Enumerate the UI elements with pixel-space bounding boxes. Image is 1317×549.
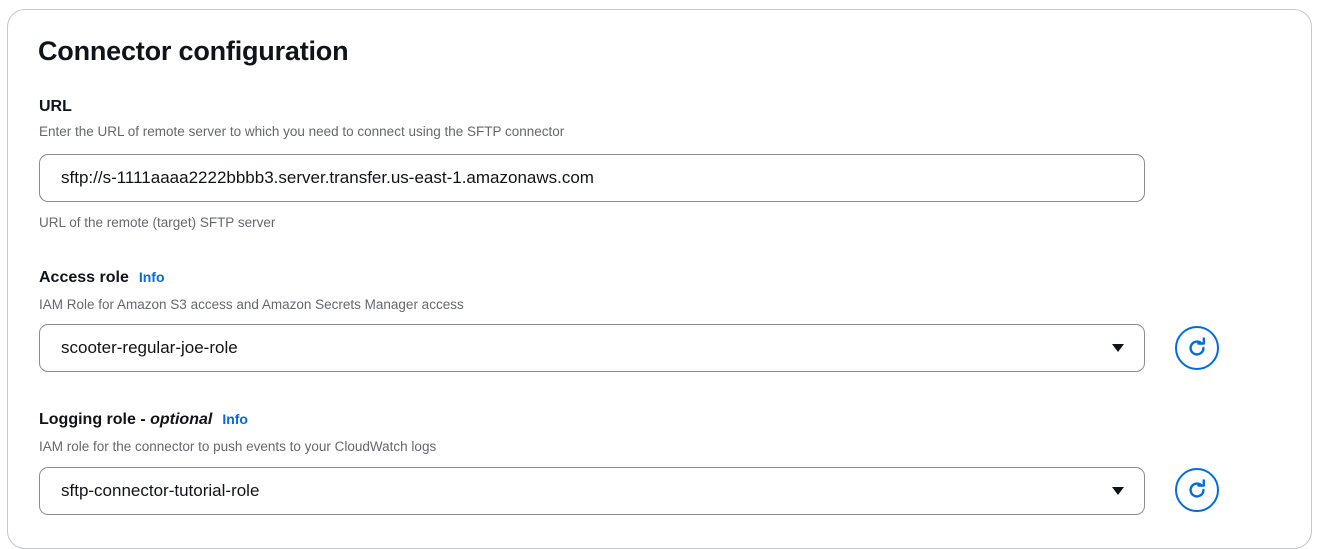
connector-configuration-panel: Connector configuration URL Enter the UR… [7,9,1312,549]
logging-role-optional-text: optional [150,411,213,428]
logging-role-info-link[interactable]: Info [222,411,248,427]
url-description: Enter the URL of remote server to which … [39,124,565,139]
url-label: URL [39,98,72,115]
logging-role-selected-value: sftp-connector-tutorial-role [61,481,260,500]
caret-down-icon [1112,344,1124,352]
refresh-icon [1189,479,1205,498]
logging-role-description: IAM role for the connector to push event… [39,439,437,454]
url-constraint-text: URL of the remote (target) SFTP server [39,215,276,230]
access-role-description: IAM Role for Amazon S3 access and Amazon… [39,297,464,312]
url-input[interactable]: sftp://s-1111aaaa2222bbbb3.server.transf… [39,154,1145,202]
logging-role-label-row: Logging role - optional Info [39,411,248,429]
access-role-refresh-button[interactable] [1175,326,1219,370]
refresh-icon [1189,337,1205,356]
url-input-value: sftp://s-1111aaaa2222bbbb3.server.transf… [61,168,594,187]
access-role-label-row: Access role Info [39,269,165,287]
access-role-info-link[interactable]: Info [139,269,165,285]
access-role-selected-value: scooter-regular-joe-role [61,338,238,357]
logging-role-refresh-button[interactable] [1175,468,1219,512]
logging-role-label: Logging role - [39,411,151,428]
section-title: Connector configuration [38,36,349,66]
access-role-select[interactable]: scooter-regular-joe-role [39,324,1145,372]
access-role-label: Access role [39,269,129,286]
logging-role-select[interactable]: sftp-connector-tutorial-role [39,467,1145,515]
caret-down-icon [1112,487,1124,495]
